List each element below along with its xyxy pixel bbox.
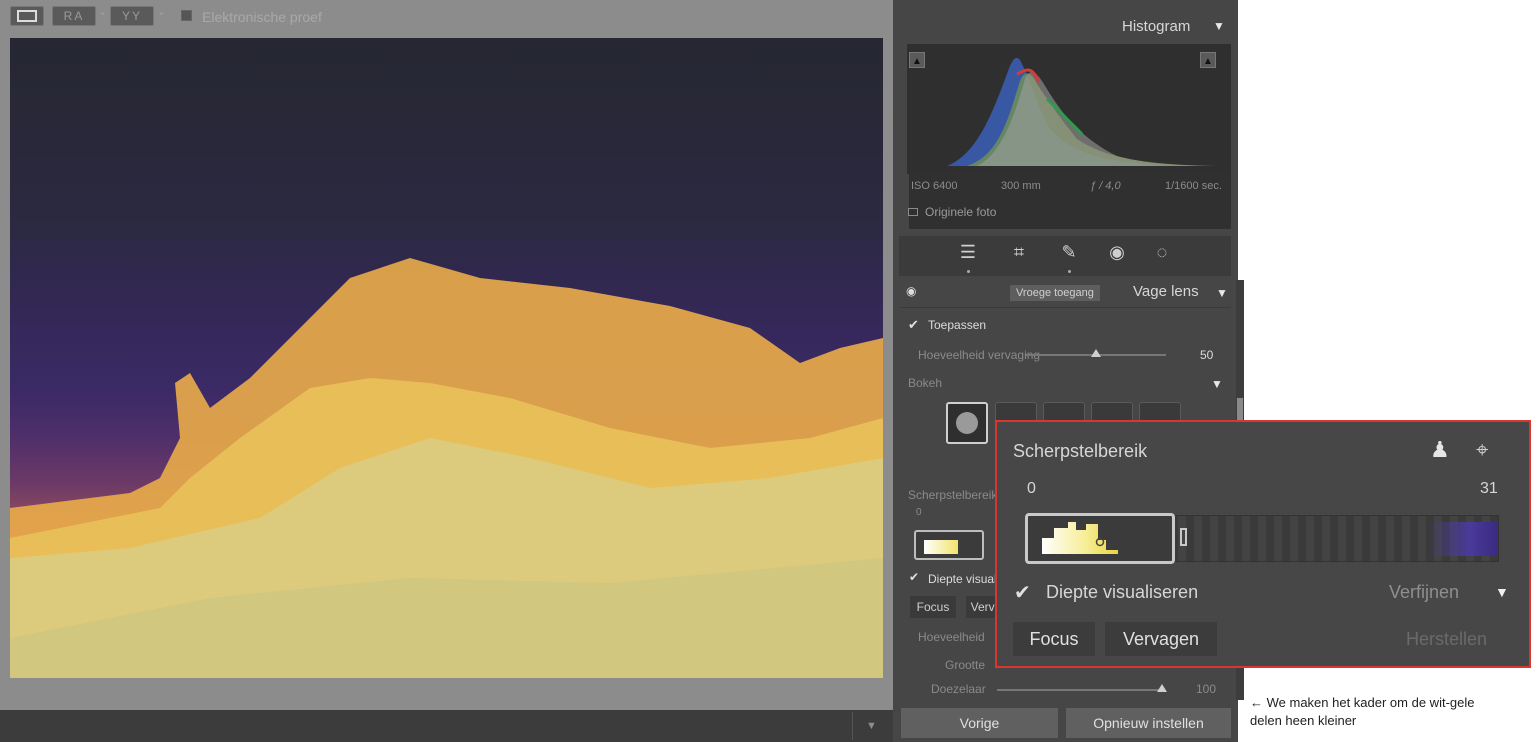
early-access-badge: Vroege toegang	[1010, 285, 1100, 301]
zoom-range-min: 0	[1027, 480, 1036, 497]
far-depth-blocks	[1428, 522, 1498, 556]
focus-target-icon[interactable]: ⌖	[1476, 437, 1488, 463]
visibility-eye-icon[interactable]: ◉	[906, 284, 916, 298]
healing-icon[interactable]: ✎	[1057, 240, 1081, 264]
original-photo-checkbox[interactable]	[908, 208, 918, 216]
amount2-label: Hoeveelheid	[918, 630, 985, 644]
blur-amount-value: 50	[1200, 348, 1214, 362]
bokeh-label: Bokeh	[908, 376, 943, 390]
exif-iso: ISO 6400	[911, 180, 958, 192]
healing-dot	[1068, 270, 1071, 273]
highlight-clipping-icon[interactable]: ▲	[1200, 52, 1216, 68]
dither-slider[interactable]	[997, 689, 1162, 691]
bottom-toolbar	[0, 710, 893, 742]
exif-focal: 300 mm	[1001, 180, 1041, 192]
caption: ← We maken het kader om de wit-gele dele…	[1250, 695, 1475, 728]
dither-label: Doezelaar	[931, 682, 986, 696]
histogram-graph	[907, 44, 1231, 174]
yy-label: YY	[121, 9, 142, 23]
bokeh-chevron-icon[interactable]: ▼	[1211, 377, 1223, 391]
previous-button[interactable]: Vorige	[901, 708, 1058, 738]
refine-chevron-icon[interactable]: ▼	[1495, 584, 1509, 600]
blur-amount-knob[interactable]	[1091, 349, 1101, 357]
range-end-handle[interactable]	[1180, 528, 1187, 546]
focus-button[interactable]: Focus	[910, 596, 956, 618]
histogram-collapse-icon[interactable]: ▼	[1213, 19, 1225, 33]
depth-overlay	[10, 258, 883, 678]
ra-compare-button[interactable]: RA	[52, 6, 96, 26]
zoom-visualize-label: Diepte visualiseren	[1046, 582, 1199, 602]
edit-active-dot	[967, 270, 970, 273]
panel-divider	[900, 307, 1231, 308]
proof-label: Elektronische proef	[202, 9, 322, 25]
dither-knob[interactable]	[1157, 684, 1167, 692]
apply-check-icon[interactable]: ✔	[908, 317, 919, 333]
photo-canvas[interactable]	[10, 38, 883, 678]
lens-blur-title: Vage lens	[1133, 283, 1199, 300]
proof-checkbox[interactable]	[181, 10, 192, 21]
refine-label[interactable]: Verfijnen	[1389, 582, 1459, 603]
shadow-clipping-icon[interactable]: ▲	[909, 52, 925, 68]
near-depth-blocks	[1042, 522, 1118, 554]
bokeh-circle-icon	[956, 412, 978, 434]
focus-range-min: 0	[916, 507, 922, 518]
dither-value: 100	[1196, 682, 1217, 696]
size-label: Grootte	[945, 658, 986, 672]
exif-shutter: 1/1600 sec.	[1165, 180, 1222, 192]
focus-range-mini-window[interactable]	[914, 530, 984, 560]
blur-amount-label: Hoeveelheid vervaging	[918, 348, 1041, 362]
bokeh-circle-button[interactable]	[946, 402, 988, 444]
crop-icon[interactable]: ⌗	[1007, 240, 1031, 264]
exif-aperture: ƒ / 4,0	[1090, 180, 1121, 192]
visualize-check-icon[interactable]: ✔	[909, 570, 919, 584]
zoom-title: Scherpstelbereik	[1013, 441, 1148, 461]
focus-range-window[interactable]	[1025, 513, 1175, 564]
mini-depth-blocks	[924, 540, 958, 554]
histogram-title: Histogram	[1122, 18, 1191, 35]
apply-label: Toepassen	[928, 318, 987, 332]
reset-link[interactable]: Herstellen	[1406, 629, 1487, 650]
toolbar-chevron-down-icon[interactable]: ▼	[852, 712, 890, 740]
zoom-range-max: 31	[1480, 480, 1498, 497]
lens-blur-collapse-icon[interactable]: ▼	[1216, 286, 1228, 300]
red-eye-icon[interactable]: ◉	[1105, 240, 1129, 264]
zoom-focus-button[interactable]: Focus	[1013, 622, 1095, 656]
ra-label: RA	[63, 9, 85, 23]
original-photo-label: Originele foto	[925, 205, 997, 219]
yy-compare-button[interactable]: YY	[110, 6, 154, 26]
single-view-button[interactable]	[10, 6, 44, 26]
single-view-icon	[17, 10, 37, 22]
histogram-curves	[947, 57, 1217, 166]
zoom-fade-button[interactable]: Vervagen	[1105, 622, 1217, 656]
yy-dropdown-dot[interactable]	[160, 12, 163, 15]
ra-dropdown-dot[interactable]	[101, 12, 104, 15]
masking-icon[interactable]: ◌	[1150, 240, 1174, 264]
reset-settings-button[interactable]: Opnieuw instellen	[1066, 708, 1231, 738]
focus-range-label: Scherpstelbereik	[908, 488, 998, 502]
subject-select-icon[interactable]: ♟	[1430, 437, 1450, 463]
edit-sliders-icon[interactable]: ☰	[956, 240, 980, 264]
zoom-visualize-check-icon[interactable]: ✔	[1014, 580, 1031, 605]
